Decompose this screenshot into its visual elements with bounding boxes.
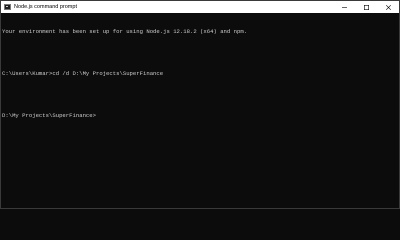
window-controls bbox=[333, 1, 399, 13]
maximize-button[interactable] bbox=[355, 1, 377, 13]
console-line: Your environment has been set up for usi… bbox=[2, 28, 248, 35]
minimize-icon bbox=[341, 6, 347, 8]
close-button[interactable] bbox=[377, 1, 399, 13]
console-output[interactable]: Your environment has been set up for usi… bbox=[2, 14, 399, 208]
console-icon bbox=[4, 4, 11, 10]
command-prompt-window: Node.js command prompt Your environment bbox=[0, 0, 400, 209]
minimize-button[interactable] bbox=[333, 1, 355, 13]
console-line: C:\Users\Kumar>cd /d D:\My Projects\Supe… bbox=[2, 70, 164, 77]
console-prompt: D:\My Projects\SuperFinance> bbox=[2, 112, 96, 119]
maximize-icon bbox=[363, 4, 369, 10]
title-bar[interactable]: Node.js command prompt bbox=[1, 1, 399, 13]
close-icon bbox=[385, 4, 391, 10]
window-title: Node.js command prompt bbox=[14, 4, 77, 10]
